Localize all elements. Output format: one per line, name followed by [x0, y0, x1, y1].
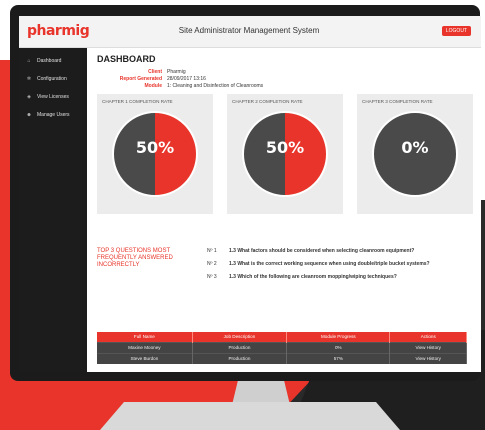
- sidebar-item-label: Manage Users: [37, 112, 70, 118]
- logout-button[interactable]: LOGOUT: [441, 26, 471, 36]
- table-header-row: Full Name Job Description Module Progres…: [97, 332, 467, 342]
- completion-charts: CHAPTER 1 COMPLETION RATE 50% CHAPTER 2 …: [97, 94, 473, 214]
- monitor-screen: pharmig Site Administrator Management Sy…: [19, 16, 481, 372]
- question-number: Nº 2: [207, 261, 217, 267]
- sidebar-item-dashboard[interactable]: ⌂ Dashboard: [19, 52, 87, 70]
- question-number: Nº 3: [207, 274, 217, 280]
- sidebar-item-label: Dashboard: [37, 58, 62, 64]
- cell-full-name: Steve Burdon: [97, 352, 193, 364]
- question-text: 1.3 What is the correct working sequence…: [229, 261, 430, 267]
- view-history-link[interactable]: View History: [389, 352, 467, 364]
- cell-job-description: Production: [192, 352, 288, 364]
- users-icon: ☻: [26, 112, 32, 118]
- chart-title: CHAPTER 1 COMPLETION RATE: [102, 99, 173, 104]
- cell-full-name: Maxine Mooney: [97, 341, 193, 353]
- sidebar-item-label: View Licenses: [37, 94, 69, 100]
- chart-title: CHAPTER 3 COMPLETION RATE: [362, 99, 433, 104]
- table-row: Maxine Mooney Production 0% View History: [97, 341, 467, 353]
- column-header[interactable]: Actions: [389, 332, 467, 342]
- info-row-client: Client Pharmig: [97, 68, 263, 75]
- monitor-stand-base: [100, 402, 400, 430]
- info-value: 28/09/2017 13:16: [167, 75, 206, 82]
- chart-percent-label: 50%: [265, 138, 305, 157]
- chapter-2-chart-card: CHAPTER 2 COMPLETION RATE 50%: [227, 94, 343, 214]
- info-row-module: Module 1: Cleaning and Disinfection of C…: [97, 82, 264, 89]
- cell-module-progress: 57%: [286, 352, 391, 364]
- question-list: Nº 1 1.3 What factors should be consider…: [207, 248, 467, 287]
- licenses-icon: ◈: [27, 94, 31, 100]
- sidebar: ⌂ Dashboard ✲ Configuration ◈ View Licen…: [19, 48, 87, 372]
- page-title: DASHBOARD: [97, 54, 156, 64]
- list-item: Nº 1 1.3 What factors should be consider…: [207, 248, 467, 254]
- column-header[interactable]: Full Name: [97, 332, 193, 342]
- chapter-3-chart-card: CHAPTER 3 COMPLETION RATE 0%: [357, 94, 473, 214]
- list-item: Nº 3 1.3 Which of the following are clea…: [207, 274, 467, 280]
- info-value: 1: Cleaning and Disinfection of Cleanroo…: [167, 82, 264, 89]
- info-value: Pharmig: [167, 68, 186, 75]
- info-row-report-generated: Report Generated 28/09/2017 13:16: [97, 75, 263, 82]
- dashboard-icon: ⌂: [27, 58, 31, 64]
- app-title: Site Administrator Management System: [178, 26, 320, 35]
- top-questions-heading: TOP 3 QUESTIONS MOST FREQUENTLY ANSWERED…: [97, 248, 173, 268]
- column-header[interactable]: Job Description: [192, 332, 288, 342]
- view-history-link[interactable]: View History: [389, 341, 467, 353]
- info-label: Report Generated: [119, 75, 162, 82]
- question-text: 1.3 Which of the following are cleanroom…: [229, 274, 397, 280]
- sidebar-item-label: Configuration: [37, 76, 67, 82]
- monitor-stand-neck: [232, 381, 290, 405]
- main-content: DASHBOARD Client Pharmig Report Generate…: [87, 48, 481, 372]
- pharmig-logo[interactable]: pharmig: [27, 23, 90, 39]
- column-header[interactable]: Module Progress: [286, 332, 391, 342]
- configuration-icon: ✲: [26, 76, 32, 82]
- chapter-1-chart-card: CHAPTER 1 COMPLETION RATE 50%: [97, 94, 213, 214]
- user-progress-table: Full Name Job Description Module Progres…: [97, 332, 467, 364]
- info-label: Module: [144, 82, 163, 89]
- chart-title: CHAPTER 2 COMPLETION RATE: [232, 99, 303, 104]
- cell-job-description: Production: [192, 341, 288, 353]
- question-number: Nº 1: [207, 248, 217, 254]
- list-item: Nº 2 1.3 What is the correct working seq…: [207, 261, 467, 267]
- cell-module-progress: 0%: [286, 341, 391, 353]
- sidebar-item-view-licenses[interactable]: ◈ View Licenses: [19, 88, 87, 106]
- chart-percent-label: 50%: [135, 138, 175, 157]
- info-label: Client: [148, 68, 162, 75]
- sidebar-item-manage-users[interactable]: ☻ Manage Users: [19, 106, 87, 124]
- table-row: Steve Burdon Production 57% View History: [97, 352, 467, 364]
- chart-percent-label: 0%: [401, 138, 429, 157]
- report-info: Client Pharmig Report Generated 28/09/20…: [97, 68, 263, 89]
- top-bar: pharmig Site Administrator Management Sy…: [19, 16, 481, 48]
- sidebar-item-configuration[interactable]: ✲ Configuration: [19, 70, 87, 88]
- question-text: 1.3 What factors should be considered wh…: [229, 248, 415, 254]
